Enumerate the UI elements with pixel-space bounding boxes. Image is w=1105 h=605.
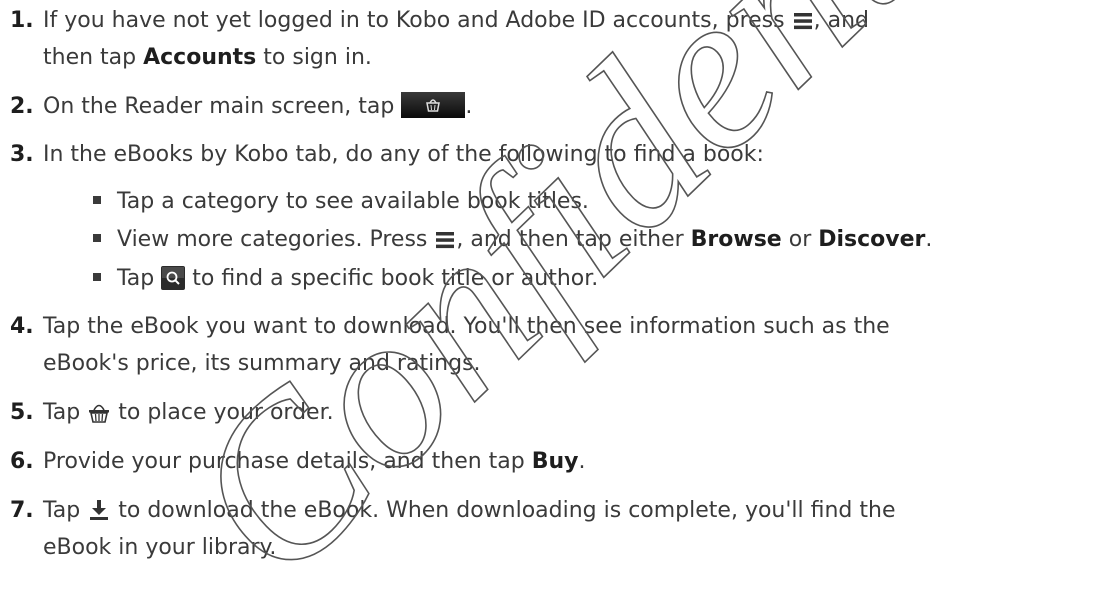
bullet-3: Tap to find a specific book title or aut… xyxy=(93,261,1093,296)
bullet-1: Tap a category to see available book tit… xyxy=(93,184,1093,219)
step-text: If you have not yet logged in to Kobo an… xyxy=(43,8,792,33)
bullet-text: Tap a category to see available book tit… xyxy=(117,189,589,214)
step-number: 7. xyxy=(10,498,34,523)
shop-icon xyxy=(401,92,466,118)
step-text-tail: . xyxy=(465,94,473,119)
step-text: In the eBooks by Kobo tab, do any of the… xyxy=(43,142,764,167)
menu-icon xyxy=(434,229,456,251)
bullet-icon xyxy=(93,196,101,204)
step-text: Tap the eBook you want to download. You'… xyxy=(43,314,890,339)
bullet-text: Tap xyxy=(117,266,162,291)
step-text: On the Reader main screen, tap xyxy=(43,94,402,119)
step-text: Tap xyxy=(43,400,88,425)
search-icon xyxy=(161,266,186,290)
step-text: eBook in your library. xyxy=(43,535,277,560)
step-number: 4. xyxy=(10,314,34,339)
step-number: 6. xyxy=(10,449,34,474)
step-number: 3. xyxy=(10,142,34,167)
step-number: 5. xyxy=(10,400,34,425)
step-text-tail: , and xyxy=(813,8,869,33)
bullet-text: . xyxy=(925,227,933,252)
bullet-text: to find a specific book title or author. xyxy=(185,266,599,291)
bullet-text: , and then tap either xyxy=(456,227,691,252)
step-text-tail: . xyxy=(578,449,586,474)
step-text-tail: to place your order. xyxy=(111,400,334,425)
buy-label: Buy xyxy=(531,449,579,474)
step-text: then tap xyxy=(43,45,144,70)
step-text: eBook's price, its summary and ratings. xyxy=(43,351,481,376)
document-page: 1. If you have not yet logged in to Kobo… xyxy=(0,0,1105,605)
step-text-tail: to sign in. xyxy=(256,45,372,70)
menu-icon xyxy=(792,10,814,32)
step-number: 1. xyxy=(10,8,34,33)
browse-label: Browse xyxy=(690,227,782,252)
accounts-label: Accounts xyxy=(143,45,257,70)
bullet-icon xyxy=(93,273,101,281)
step-text: Provide your purchase details, and then … xyxy=(43,449,532,474)
bullet-text: View more categories. Press xyxy=(117,227,435,252)
bullet-2: View more categories. Press , and then t… xyxy=(93,222,1093,257)
download-icon xyxy=(87,498,111,522)
step-number: 2. xyxy=(10,94,34,119)
step-text: Tap xyxy=(43,498,88,523)
basket-icon xyxy=(87,400,111,424)
bullet-icon xyxy=(93,234,101,242)
bullet-text: or xyxy=(781,227,819,252)
step-text-tail: to download the eBook. When downloading … xyxy=(111,498,896,523)
discover-label: Discover xyxy=(818,227,926,252)
